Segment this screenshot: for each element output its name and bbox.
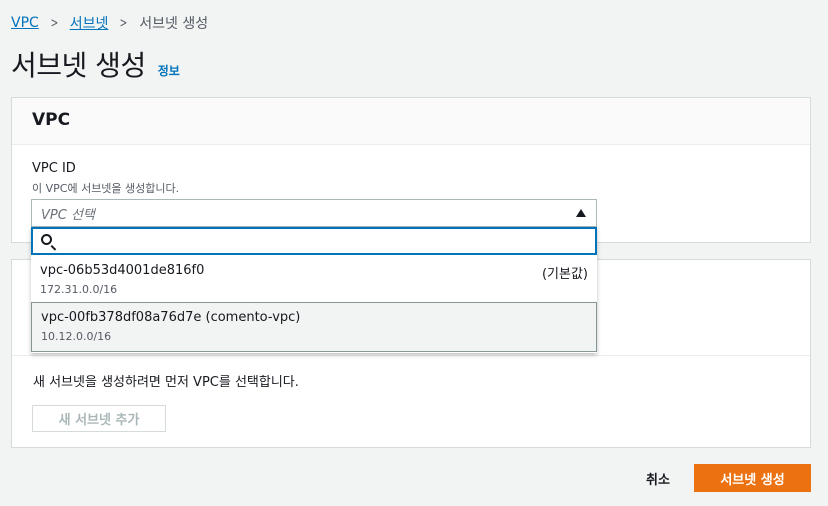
chevron-right-icon: > bbox=[119, 15, 128, 31]
vpc-option-cidr: 172.31.0.0/16 bbox=[40, 283, 118, 296]
caret-up-icon bbox=[576, 209, 586, 217]
divider bbox=[12, 355, 810, 356]
subnets-empty-message: 새 서브넷을 생성하려면 먼저 VPC를 선택합니다. bbox=[33, 375, 299, 390]
vpc-dropdown: vpc-06b53d4001de816f0 172.31.0.0/16 (기본값… bbox=[31, 227, 597, 353]
breadcrumb-subnets-link[interactable]: 서브넷 bbox=[70, 13, 109, 33]
breadcrumb: VPC > 서브넷 > 서브넷 생성 bbox=[11, 13, 208, 33]
vpc-option[interactable]: vpc-00fb378df08a76d7e (comento-vpc) 10.1… bbox=[31, 302, 597, 352]
chevron-right-icon: > bbox=[50, 15, 59, 31]
vpc-select-placeholder: VPC 선택 bbox=[41, 207, 95, 223]
vpc-select[interactable]: VPC 선택 bbox=[31, 199, 597, 227]
vpc-option-cidr: 10.12.0.0/16 bbox=[41, 330, 112, 343]
vpc-option-name: vpc-06b53d4001de816f0 bbox=[40, 263, 205, 278]
vpc-option-tag: (기본값) bbox=[541, 267, 588, 282]
cancel-button[interactable]: 취소 bbox=[638, 464, 678, 492]
breadcrumb-vpc-link[interactable]: VPC bbox=[11, 15, 39, 31]
vpc-id-label: VPC ID bbox=[32, 161, 76, 176]
add-subnet-button[interactable]: 새 서브넷 추가 bbox=[32, 405, 166, 432]
page-header: 서브넷 생성 정보 bbox=[11, 44, 180, 84]
info-link[interactable]: 정보 bbox=[158, 62, 180, 79]
vpc-id-description: 이 VPC에 서브넷을 생성합니다. bbox=[32, 182, 180, 195]
create-subnet-button[interactable]: 서브넷 생성 bbox=[694, 464, 811, 492]
vpc-option-name: vpc-00fb378df08a76d7e (comento-vpc) bbox=[41, 310, 301, 325]
vpc-search-input[interactable] bbox=[31, 227, 597, 255]
vpc-panel-header: VPC bbox=[12, 98, 810, 145]
search-icon bbox=[41, 234, 52, 245]
breadcrumb-current: 서브넷 생성 bbox=[139, 16, 209, 32]
vpc-option[interactable]: vpc-06b53d4001de816f0 172.31.0.0/16 (기본값… bbox=[31, 256, 597, 306]
page-title: 서브넷 생성 bbox=[11, 49, 146, 82]
